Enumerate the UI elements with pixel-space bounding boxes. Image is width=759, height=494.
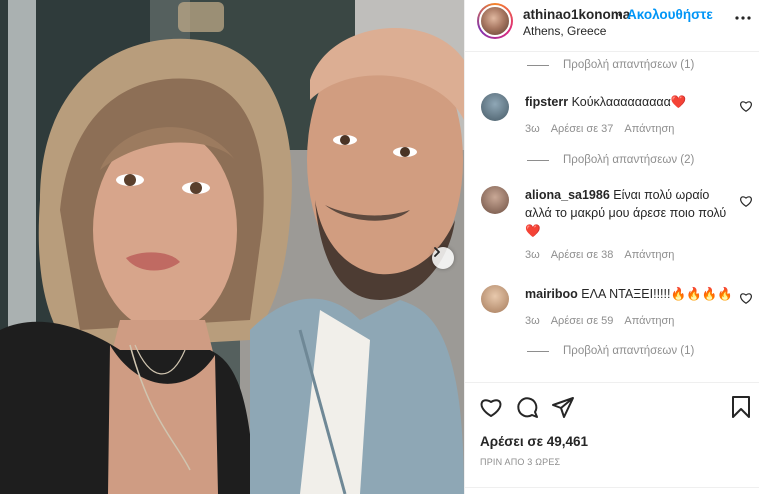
- likes-count[interactable]: Αρέσει σε 49,461: [480, 434, 588, 449]
- bookmark-icon[interactable]: [729, 395, 753, 419]
- commenter-avatar[interactable]: [481, 93, 509, 121]
- post-side-panel: athinao1konoma • Ακολουθήστε Athens, Gre…: [464, 0, 759, 494]
- post-location[interactable]: Athens, Greece: [523, 24, 606, 38]
- view-replies-label: Προβολή απαντήσεων (1): [563, 345, 695, 357]
- view-replies-button[interactable]: Προβολή απαντήσεων (1): [527, 59, 694, 71]
- commenter-username[interactable]: mairiboo: [525, 287, 578, 301]
- post-actions: Αρέσει σε 49,461 ΠΡΙΝ ΑΠΟ 3 ΩΡΕΣ: [465, 382, 759, 494]
- comment-likes[interactable]: Αρέσει σε 59: [551, 315, 614, 327]
- comment-text: aliona_sa1986 Είναι πολύ ωραίο αλλά το μ…: [525, 186, 735, 240]
- comment-bubble-icon[interactable]: [515, 395, 539, 419]
- reply-button[interactable]: Απάντηση: [624, 249, 674, 261]
- comment-age[interactable]: 3ω: [525, 315, 540, 327]
- reply-button[interactable]: Απάντηση: [624, 315, 674, 327]
- post-username[interactable]: athinao1konoma: [523, 7, 630, 22]
- like-heart-icon[interactable]: [479, 395, 503, 419]
- next-photo-button[interactable]: [432, 247, 454, 269]
- comment-body: ΕΛΑ ΝΤΑΞΕΙ!!!!!: [581, 287, 671, 301]
- like-comment-heart-icon[interactable]: [739, 291, 753, 305]
- view-replies-label: Προβολή απαντήσεων (1): [563, 59, 695, 71]
- commenter-avatar[interactable]: [481, 285, 509, 313]
- heart-emoji-icon: ❤️: [525, 224, 541, 238]
- share-send-icon[interactable]: [551, 395, 575, 419]
- follow-button[interactable]: Ακολουθήστε: [627, 7, 713, 22]
- commenter-username[interactable]: aliona_sa1986: [525, 188, 610, 202]
- comment-age[interactable]: 3ω: [525, 123, 540, 135]
- like-comment-heart-icon[interactable]: [739, 194, 753, 208]
- post-photo[interactable]: [0, 0, 464, 494]
- selfie-image: [0, 0, 464, 494]
- comment-meta: 3ω Αρέσει σε 37 Απάντηση: [525, 123, 674, 135]
- view-replies-button[interactable]: Προβολή απαντήσεων (2): [527, 154, 694, 166]
- view-replies-label: Προβολή απαντήσεων (2): [563, 154, 695, 166]
- heart-emoji-icon: ❤️: [670, 95, 687, 109]
- avatar[interactable]: [477, 3, 513, 39]
- comment-meta: 3ω Αρέσει σε 59 Απάντηση: [525, 315, 674, 327]
- post-timestamp[interactable]: ΠΡΙΝ ΑΠΟ 3 ΩΡΕΣ: [480, 457, 560, 467]
- commenter-avatar[interactable]: [481, 186, 509, 214]
- view-replies-button[interactable]: Προβολή απαντήσεων (1): [527, 345, 694, 357]
- separator-dot: •: [618, 7, 623, 22]
- comment-body: Κούκλααααααααα: [571, 95, 671, 109]
- comment-text: fipsterr Κούκλααααααααα❤️: [525, 93, 735, 111]
- comment-text: mairiboo ΕΛΑ ΝΤΑΞΕΙ!!!!!🔥🔥🔥🔥: [525, 285, 735, 303]
- more-options-button[interactable]: [733, 8, 753, 28]
- commenter-username[interactable]: fipsterr: [525, 95, 568, 109]
- comment-likes[interactable]: Αρέσει σε 37: [551, 123, 614, 135]
- fire-emoji-icon: 🔥🔥🔥🔥: [670, 287, 733, 301]
- chevron-right-icon: [434, 247, 440, 257]
- comment-age[interactable]: 3ω: [525, 249, 540, 261]
- more-horizontal-icon: [735, 16, 751, 20]
- like-comment-heart-icon[interactable]: [739, 99, 753, 113]
- post-header: athinao1konoma • Ακολουθήστε Athens, Gre…: [465, 0, 759, 52]
- divider: [465, 487, 759, 488]
- comment-likes[interactable]: Αρέσει σε 38: [551, 249, 614, 261]
- comment-meta: 3ω Αρέσει σε 38 Απάντηση: [525, 249, 674, 261]
- reply-button[interactable]: Απάντηση: [624, 123, 674, 135]
